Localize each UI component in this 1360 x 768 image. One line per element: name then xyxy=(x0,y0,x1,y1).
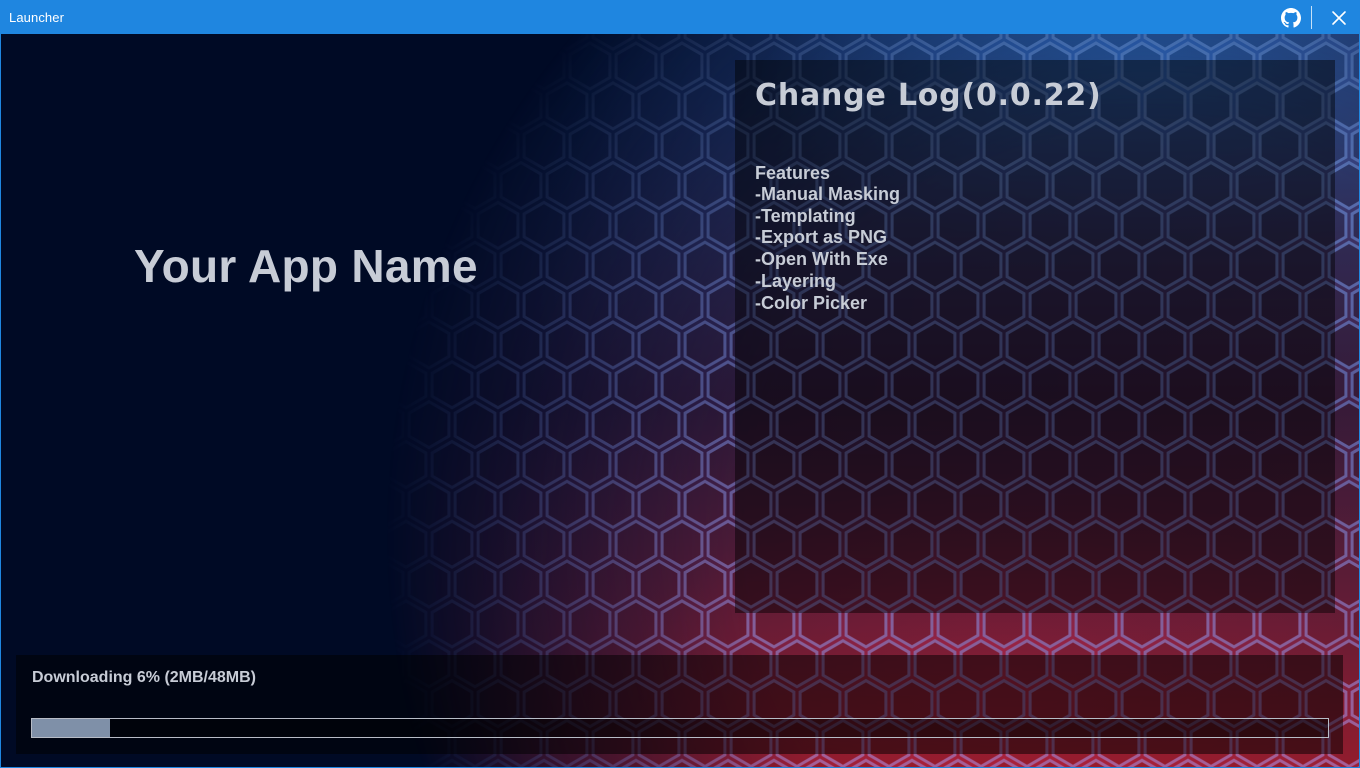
list-item: -Layering xyxy=(755,270,837,291)
features-list: -Manual Masking -Templating -Export as P… xyxy=(755,184,1315,314)
download-progress-bar xyxy=(31,718,1329,738)
launcher-content: Your App Name Change Log(0.0.22) Feature… xyxy=(1,34,1359,767)
github-icon[interactable] xyxy=(1280,7,1302,29)
list-item: -Manual Masking xyxy=(755,184,901,204)
changelog-title: Change Log(0.0.22) xyxy=(755,78,1102,113)
close-icon[interactable] xyxy=(1328,7,1350,29)
list-item: -Templating xyxy=(755,205,856,226)
download-panel: Downloading 6% (2MB/48MB) xyxy=(16,655,1343,754)
list-item: -Color Picker xyxy=(755,292,868,313)
app-name-heading: Your App Name xyxy=(134,240,478,292)
list-item: -Open With Exe xyxy=(755,249,888,270)
progress-fill xyxy=(32,719,110,737)
window-title: Launcher xyxy=(9,10,65,25)
launcher-window: Launcher Your App Name Change Log(0.0.22… xyxy=(0,0,1360,768)
titlebar-divider xyxy=(1311,6,1312,29)
features-heading: Features xyxy=(755,163,831,183)
download-status-text: Downloading 6% (2MB/48MB) xyxy=(32,669,257,686)
title-bar[interactable]: Launcher xyxy=(1,1,1359,34)
changelog-panel: Change Log(0.0.22) Features -Manual Mask… xyxy=(735,60,1335,613)
list-item: -Export as PNG xyxy=(755,227,888,248)
